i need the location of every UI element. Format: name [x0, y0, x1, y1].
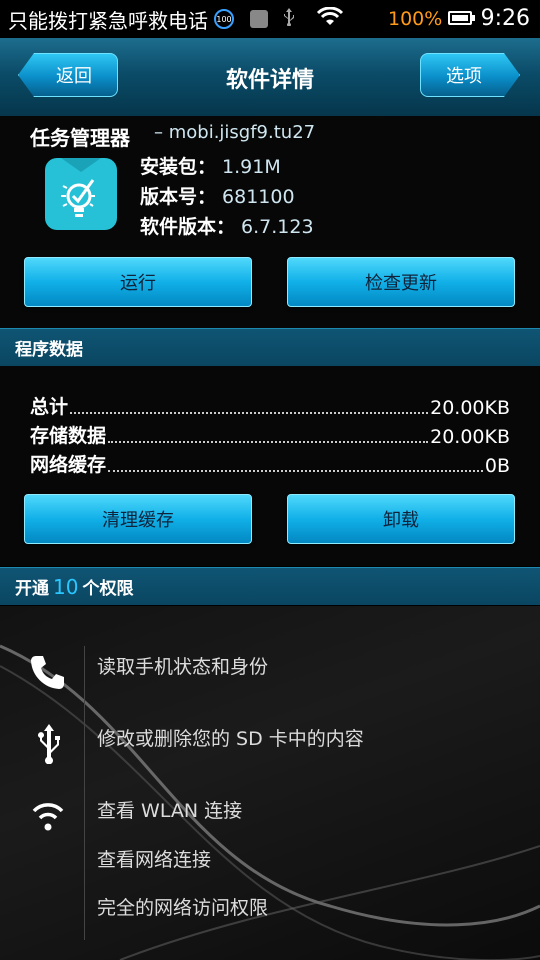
check-update-button[interactable]: 检查更新	[287, 257, 515, 307]
clear-cache-button[interactable]: 清理缓存	[24, 494, 252, 544]
version-code-key: 版本号：	[140, 186, 217, 208]
usb-icon	[36, 724, 62, 768]
uninstall-button[interactable]: 卸载	[287, 494, 515, 544]
version-name-row: 软件版本： 6.7.123	[140, 212, 314, 239]
data-row-cache: 网络缓存 0B	[30, 450, 510, 477]
background-swoosh	[0, 644, 540, 960]
battery-icon	[448, 11, 472, 25]
install-size-key: 安装包：	[140, 156, 217, 178]
battery-nub	[472, 15, 475, 21]
data-row-value: 0B	[484, 455, 510, 477]
version-code-value: 681100	[222, 186, 295, 208]
permission-item: 完全的网络访问权限	[97, 897, 269, 919]
data-row-value: 20.00KB	[430, 397, 510, 419]
program-data-title: 程序数据	[15, 340, 83, 360]
permission-item: 查看 WLAN 连接	[97, 800, 243, 822]
permission-item: 查看网络连接	[97, 849, 212, 871]
program-data-card: 总计 20.00KB 存储数据 20.00KB 网络缓存 0B 清理缓存 卸载	[0, 366, 540, 566]
title-bar: 返回 软件详情 选项	[0, 38, 540, 118]
install-size-row: 安装包： 1.91M	[140, 152, 281, 179]
task-manager-icon	[45, 158, 117, 230]
version-name-value: 6.7.123	[241, 216, 314, 238]
battery-percent: 100%	[388, 8, 443, 30]
permissions-list: 读取手机状态和身份 修改或删除您的 SD 卡中的内容 查看 WLAN 连接 查看…	[0, 606, 540, 960]
options-button[interactable]: 选项	[420, 53, 520, 97]
status-bar: 只能拨打紧急呼救电话 100 100% 9:26	[0, 0, 540, 38]
leader-dots	[70, 412, 429, 414]
status-carrier-text: 只能拨打紧急呼救电话	[8, 8, 208, 33]
app-info-card: 任务管理器 – mobi.jisgf9.tu27 安装包： 1.91M 版本号： 6…	[0, 116, 540, 328]
program-data-header: 程序数据	[0, 328, 540, 366]
permissions-header: 开通 10 个权限	[0, 567, 540, 605]
wifi-status-icon	[316, 6, 344, 31]
install-size-value: 1.91M	[222, 156, 281, 178]
usb-status-icon	[282, 8, 296, 30]
speed-badge-icon: 100	[214, 9, 234, 29]
permissions-count: 10	[53, 574, 79, 599]
permission-item: 读取手机状态和身份	[97, 656, 269, 678]
data-row-value: 20.00KB	[430, 426, 510, 448]
app-package: – mobi.jisgf9.tu27	[154, 122, 316, 143]
data-row-storage: 存储数据 20.00KB	[30, 421, 510, 448]
data-row-label: 网络缓存	[30, 454, 107, 476]
wifi-icon	[31, 798, 65, 836]
phone-icon	[30, 654, 66, 694]
clock: 9:26	[480, 6, 530, 31]
permission-item: 修改或删除您的 SD 卡中的内容	[97, 728, 364, 750]
run-button[interactable]: 运行	[24, 257, 252, 307]
version-name-key: 软件版本：	[140, 216, 236, 238]
version-code-row: 版本号： 681100	[140, 182, 295, 209]
leader-dots	[108, 441, 429, 443]
permissions-divider	[84, 646, 85, 940]
permissions-header-prefix: 开通	[15, 579, 49, 599]
permissions-header-suffix: 个权限	[82, 579, 134, 599]
notification-app-icon	[250, 10, 268, 28]
app-name: 任务管理器	[30, 126, 130, 150]
data-row-total: 总计 20.00KB	[30, 392, 510, 419]
data-row-label: 存储数据	[30, 425, 107, 447]
leader-dots	[108, 470, 483, 472]
data-row-label: 总计	[30, 396, 69, 418]
